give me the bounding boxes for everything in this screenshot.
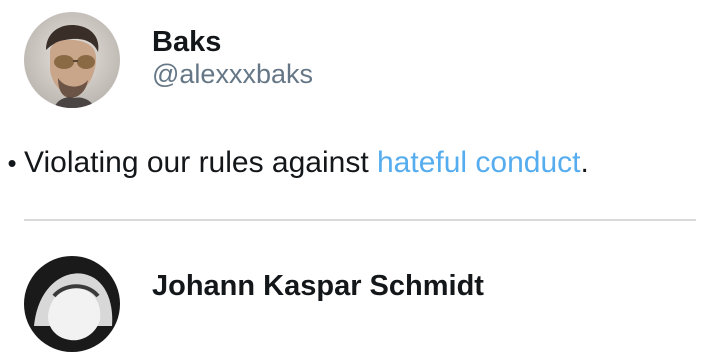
user-handle[interactable]: @alexxxbaks [152, 58, 313, 90]
avatar[interactable] [24, 12, 120, 108]
account-card-baks[interactable]: Baks @alexxxbaks [24, 12, 313, 108]
avatar[interactable] [24, 256, 120, 352]
avatar-photo-icon [24, 12, 120, 108]
account-text: Baks @alexxxbaks [152, 12, 313, 90]
hateful-conduct-link[interactable]: hateful conduct [377, 146, 580, 179]
display-name[interactable]: Johann Kaspar Schmidt [152, 270, 484, 302]
violation-text: Violating our rules against [24, 146, 377, 179]
account-card-johann[interactable]: Johann Kaspar Schmidt [24, 256, 484, 352]
account-text: Johann Kaspar Schmidt [152, 256, 484, 302]
bullet-icon: • [7, 148, 17, 178]
display-name[interactable]: Baks [152, 26, 313, 58]
avatar-photo-icon [24, 256, 120, 352]
violation-suffix: . [580, 146, 589, 179]
divider [24, 219, 696, 221]
violation-reason: • Violating our rules against hateful con… [0, 142, 589, 184]
